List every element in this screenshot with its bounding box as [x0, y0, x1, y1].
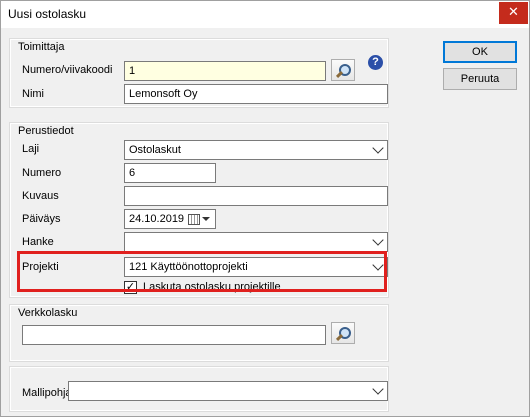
projekti-highlight	[17, 251, 387, 292]
laji-label: Laji	[22, 143, 40, 155]
chevron-down-icon	[372, 234, 384, 246]
laji-value: Ostolaskut	[129, 144, 181, 156]
toimittaja-lookup-button[interactable]	[331, 59, 355, 81]
ok-button[interactable]: OK	[443, 41, 517, 63]
group-mallipohja: Mallipohja	[9, 366, 389, 412]
mallipohja-label: Mallipohja	[22, 387, 72, 399]
verkkolasku-lookup-button[interactable]	[331, 322, 355, 344]
cancel-button[interactable]: Peruuta	[443, 68, 517, 90]
numero-input[interactable]: 6	[124, 163, 216, 183]
chevron-down-icon	[372, 383, 384, 395]
nimi-label: Nimi	[22, 88, 44, 100]
numero-viivakoodi-input[interactable]: 1	[124, 61, 326, 81]
close-button[interactable]: ✕	[499, 2, 528, 24]
nimi-input[interactable]: Lemonsoft Oy	[124, 84, 388, 104]
laji-select[interactable]: Ostolaskut	[124, 140, 388, 160]
kuvaus-label: Kuvaus	[22, 190, 59, 202]
chevron-down-icon	[372, 142, 384, 154]
group-verkkolasku: Verkkolasku	[9, 304, 389, 362]
calendar-icon	[188, 214, 200, 225]
hanke-select[interactable]	[124, 232, 388, 252]
group-title-perustiedot: Perustiedot	[18, 125, 74, 137]
paivays-value: 24.10.2019	[129, 213, 185, 225]
group-toimittaja: Toimittaja Numero/viivakoodi 1 ? Nimi Le…	[9, 38, 389, 108]
numero-viivakoodi-label: Numero/viivakoodi	[22, 64, 113, 76]
mallipohja-select[interactable]	[68, 381, 388, 401]
paivays-label: Päiväys	[22, 213, 61, 225]
numero-label: Numero	[22, 167, 62, 179]
dropdown-arrow-icon	[202, 217, 210, 221]
hanke-label: Hanke	[22, 236, 54, 248]
dialog-window: Uusi ostolasku ✕ Toimittaja Numero/viiva…	[0, 0, 530, 417]
dialog-body: Toimittaja Numero/viivakoodi 1 ? Nimi Le…	[1, 28, 529, 416]
verkkolasku-input[interactable]	[22, 325, 326, 345]
group-title-verkkolasku: Verkkolasku	[18, 307, 78, 319]
title-bar: Uusi ostolasku ✕	[1, 1, 529, 28]
group-title-toimittaja: Toimittaja	[18, 41, 65, 53]
help-icon[interactable]: ?	[368, 55, 383, 70]
window-title: Uusi ostolasku	[8, 7, 87, 21]
kuvaus-input[interactable]	[124, 186, 388, 206]
paivays-date-picker[interactable]: 24.10.2019	[124, 209, 216, 229]
